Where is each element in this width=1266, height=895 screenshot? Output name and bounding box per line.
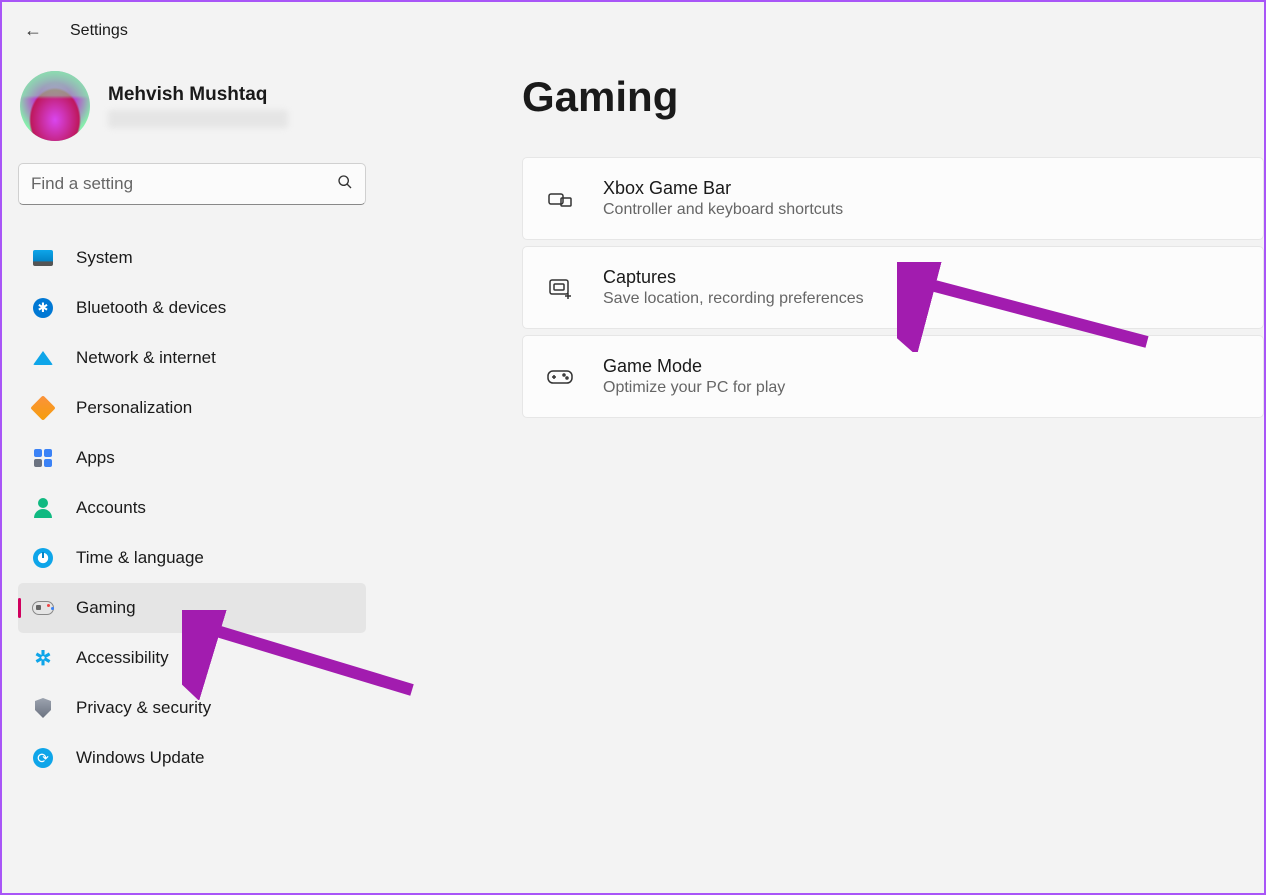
sync-icon: ⟳ (32, 747, 54, 769)
sidebar-item-accounts[interactable]: Accounts (18, 483, 366, 533)
sidebar-item-privacy[interactable]: Privacy & security (18, 683, 366, 733)
avatar (20, 71, 90, 141)
apps-icon (32, 447, 54, 469)
sidebar-item-label: Apps (76, 448, 115, 468)
sidebar-item-label: Privacy & security (76, 698, 211, 718)
system-icon (32, 247, 54, 269)
sidebar-item-label: Accessibility (76, 648, 169, 668)
sidebar-item-network[interactable]: Network & internet (18, 333, 366, 383)
brush-icon (32, 397, 54, 419)
controller-icon (547, 364, 573, 390)
card-subtitle: Controller and keyboard shortcuts (603, 201, 1239, 219)
accessibility-icon: ✲ (32, 647, 54, 669)
nav-list: System ✱ Bluetooth & devices Network & i… (18, 233, 366, 783)
sidebar-item-label: Network & internet (76, 348, 216, 368)
sidebar-item-label: Accounts (76, 498, 146, 518)
wifi-icon (32, 347, 54, 369)
card-title: Xbox Game Bar (603, 178, 1239, 199)
sidebar-item-label: System (76, 248, 133, 268)
page-title: Gaming (522, 73, 1264, 121)
sidebar-item-time[interactable]: Time & language (18, 533, 366, 583)
content: Mehvish Mushtaq System ✱ Bluetooth & dev… (2, 49, 1264, 890)
sidebar-item-gaming[interactable]: Gaming (18, 583, 366, 633)
card-subtitle: Optimize your PC for play (603, 379, 1239, 397)
search-icon[interactable] (337, 174, 353, 195)
sidebar-item-bluetooth[interactable]: ✱ Bluetooth & devices (18, 283, 366, 333)
header-title: Settings (70, 22, 128, 40)
card-title: Game Mode (603, 356, 1239, 377)
sidebar-item-system[interactable]: System (18, 233, 366, 283)
gamepad-icon (32, 597, 54, 619)
sidebar-item-label: Bluetooth & devices (76, 298, 226, 318)
bluetooth-icon: ✱ (32, 297, 54, 319)
capture-icon (547, 275, 573, 301)
search-input[interactable] (31, 174, 337, 194)
user-name: Mehvish Mushtaq (108, 84, 288, 106)
main-panel: Gaming Xbox Game Bar Controller and keyb… (382, 49, 1264, 890)
sidebar-item-apps[interactable]: Apps (18, 433, 366, 483)
sidebar-item-label: Personalization (76, 398, 192, 418)
card-captures[interactable]: Captures Save location, recording prefer… (522, 246, 1264, 329)
card-title: Captures (603, 267, 1239, 288)
card-game-mode[interactable]: Game Mode Optimize your PC for play (522, 335, 1264, 418)
xbox-icon (547, 186, 573, 212)
sidebar-item-personalization[interactable]: Personalization (18, 383, 366, 433)
back-arrow-icon[interactable]: ← (24, 20, 42, 41)
person-icon (32, 497, 54, 519)
user-block[interactable]: Mehvish Mushtaq (18, 67, 366, 163)
header: ← Settings (2, 2, 1264, 49)
sidebar-item-label: Gaming (76, 598, 136, 618)
sidebar-item-label: Windows Update (76, 748, 205, 768)
sidebar-item-accessibility[interactable]: ✲ Accessibility (18, 633, 366, 683)
sidebar-item-label: Time & language (76, 548, 204, 568)
sidebar-item-update[interactable]: ⟳ Windows Update (18, 733, 366, 783)
user-email-redacted (108, 110, 288, 128)
shield-icon (32, 697, 54, 719)
sidebar: Mehvish Mushtaq System ✱ Bluetooth & dev… (2, 49, 382, 890)
search-box[interactable] (18, 163, 366, 205)
card-xbox-game-bar[interactable]: Xbox Game Bar Controller and keyboard sh… (522, 157, 1264, 240)
clock-icon (32, 547, 54, 569)
card-subtitle: Save location, recording preferences (603, 290, 1239, 308)
